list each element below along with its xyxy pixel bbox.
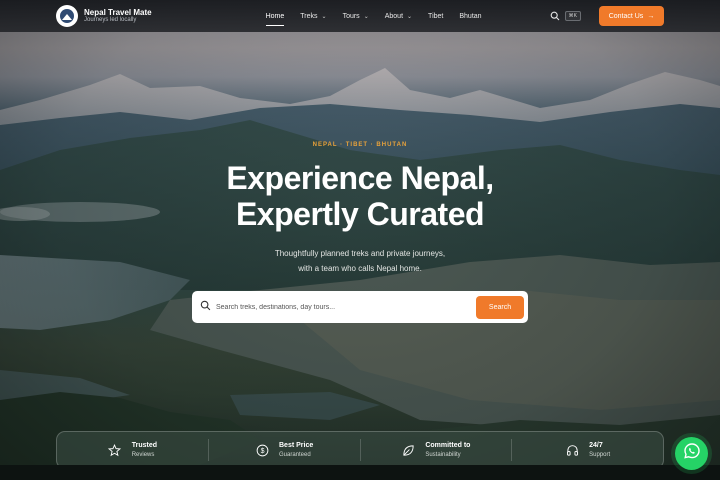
nav-treks-label: Treks (300, 12, 318, 20)
trust-title: 24/7 (589, 442, 603, 450)
nav-about[interactable]: About ⌄ (385, 0, 412, 32)
hero-subtitle-line2: with a team who calls Nepal home. (298, 264, 422, 273)
nav-tibet[interactable]: Tibet (428, 0, 443, 32)
hero-search-button[interactable]: Search (476, 295, 524, 319)
dollar-icon: $ (255, 443, 269, 457)
leaf-icon (401, 443, 415, 457)
brand-tagline: Journeys led locally (84, 17, 137, 24)
nav-home-label: Home (265, 12, 285, 20)
page-bottom-edge (0, 465, 720, 480)
nav-home[interactable]: Home (265, 0, 285, 32)
trust-title: Committed to (425, 442, 471, 450)
hero-subtitle-line1: Thoughtfully planned treks and private j… (274, 249, 446, 258)
brand-name: Nepal Travel Mate (84, 7, 152, 17)
trust-subtitle: Sustainability (425, 451, 461, 458)
hero-headline-line1: Experience Nepal, (226, 160, 494, 196)
search-icon[interactable] (549, 10, 561, 22)
hero-headline: Experience Nepal, Expertly Curated (0, 160, 720, 232)
arrow-right-icon: → (647, 12, 655, 20)
nav-links: Home Treks ⌄ Tours ⌄ About ⌄ Tibet Bhutan (265, 0, 498, 32)
chevron-down-icon: ⌄ (407, 13, 413, 20)
hero-headline-line2: Expertly Curated (235, 196, 485, 232)
headphones-icon (565, 443, 579, 457)
brand-block[interactable]: Nepal Travel Mate Journeys led locally (84, 8, 152, 24)
trust-item-support: 24/7 Support (512, 439, 663, 461)
hero-subtitle: Thoughtfully planned treks and private j… (0, 246, 720, 276)
chevron-down-icon: ⌄ (363, 13, 369, 20)
brand-logo[interactable] (56, 5, 78, 27)
nav-tibet-label: Tibet (428, 12, 444, 20)
star-icon (108, 443, 122, 457)
nav-bhutan[interactable]: Bhutan (459, 0, 481, 32)
hero-background (0, 0, 720, 480)
trust-subtitle: Reviews (131, 451, 155, 458)
nav-right: ⌘K Contact Us → (549, 6, 664, 26)
search-shortcut-badge: ⌘K (564, 11, 581, 21)
trust-subtitle: Support (589, 451, 611, 458)
trust-subtitle: Guaranteed (279, 451, 311, 458)
trust-item-price: $ Best Price Guaranteed (209, 439, 361, 461)
svg-text:$: $ (260, 447, 264, 454)
trust-item-sustainability: Committed to Sustainability (361, 439, 513, 461)
nav-treks[interactable]: Treks ⌄ (300, 0, 326, 32)
search-icon (200, 298, 211, 316)
trust-title: Best Price (279, 442, 314, 450)
trust-title: Trusted (131, 442, 158, 450)
trust-item-reviews: Trusted Reviews (57, 439, 209, 461)
hero-search-bar: Search (192, 291, 528, 323)
contact-us-button[interactable]: Contact Us → (599, 6, 664, 26)
nav-bhutan-label: Bhutan (459, 12, 482, 20)
trust-bar: Trusted Reviews $ Best Price Guaranteed … (56, 431, 664, 469)
nav-about-label: About (384, 12, 404, 20)
mountain-logo-icon (60, 9, 74, 23)
contact-us-label: Contact Us (608, 12, 644, 20)
hero-search-input[interactable] (216, 303, 476, 311)
whatsapp-icon (683, 442, 701, 465)
hero-kicker: NEPAL · TIBET · BHUTAN (312, 142, 408, 148)
chevron-down-icon: ⌄ (321, 13, 327, 20)
whatsapp-chat-button[interactable] (675, 437, 708, 470)
top-navbar: Nepal Travel Mate Journeys led locally H… (0, 0, 720, 32)
nav-tours[interactable]: Tours ⌄ (343, 0, 369, 32)
nav-tours-label: Tours (342, 12, 360, 20)
